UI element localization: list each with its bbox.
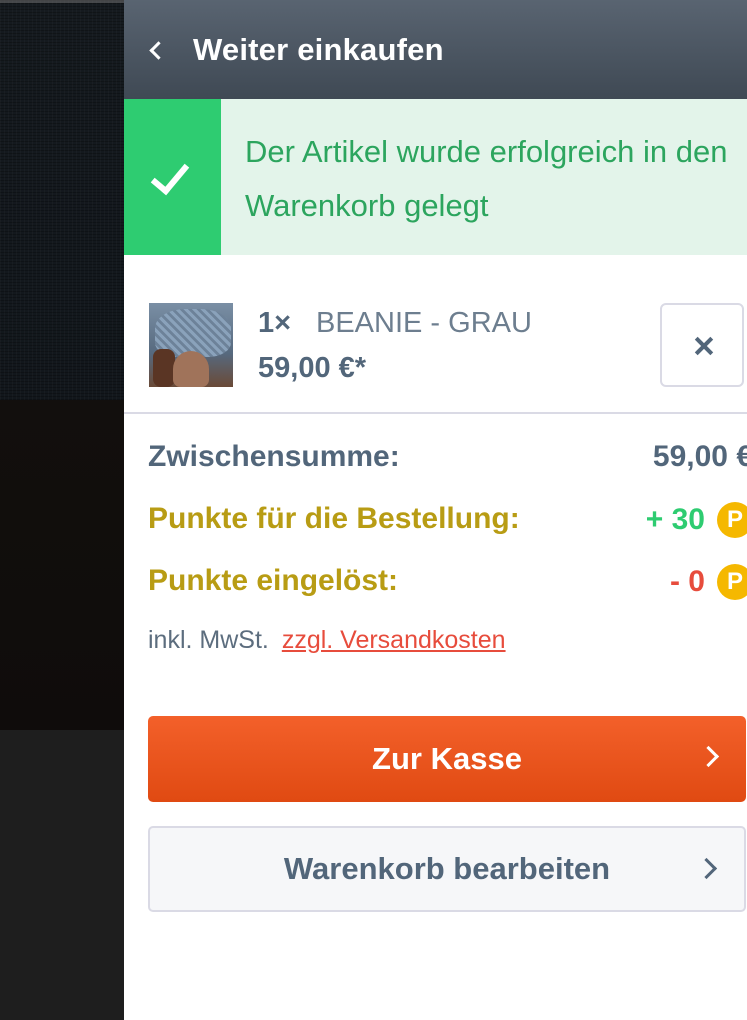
points-redeemed-row: Punkte eingelöst: - 0 P xyxy=(148,564,747,626)
points-earned-value-wrap: + 30 P xyxy=(646,502,747,538)
item-price: 59,00 €* xyxy=(258,352,367,384)
checkout-button[interactable]: Zur Kasse xyxy=(148,716,746,802)
thumbnail-face xyxy=(173,351,209,387)
continue-shopping-button[interactable]: Weiter einkaufen xyxy=(124,0,747,99)
shipping-costs-link[interactable]: zzgl. Versandkosten xyxy=(282,626,506,654)
remove-item-button[interactable] xyxy=(660,303,744,387)
points-redeemed-label: Punkte eingelöst: xyxy=(148,564,399,597)
product-thumbnail[interactable] xyxy=(149,303,233,387)
cart-summary: Zwischensumme: 59,00 € Punkte für die Be… xyxy=(148,440,747,654)
item-name[interactable]: BEANIE - GRAU xyxy=(316,307,532,340)
checkmark-icon xyxy=(124,99,221,255)
continue-shopping-label: Weiter einkaufen xyxy=(193,31,444,67)
edit-cart-button[interactable]: Warenkorb bearbeiten xyxy=(148,826,746,912)
item-quantity: 1× xyxy=(258,307,292,339)
chevron-right-icon xyxy=(695,857,718,880)
checkout-button-label: Zur Kasse xyxy=(372,741,522,776)
cart-line-item: 1× BEANIE - GRAU 59,00 €* xyxy=(124,255,747,414)
edit-cart-button-label: Warenkorb bearbeiten xyxy=(283,851,611,886)
thumbnail-hair xyxy=(153,349,175,387)
chevron-left-icon xyxy=(146,39,168,61)
offcanvas-cart-panel: Weiter einkaufen Der Artikel wurde erfol… xyxy=(124,0,747,1020)
success-message: Der Artikel wurde erfolgreich in den War… xyxy=(245,134,728,223)
chevron-right-icon xyxy=(697,745,720,768)
points-earned-label: Punkte für die Bestellung: xyxy=(148,502,520,535)
points-redeemed-value-wrap: - 0 P xyxy=(670,564,747,600)
points-earned-value: + 30 xyxy=(645,503,705,536)
success-alert: Der Artikel wurde erfolgreich in den War… xyxy=(124,99,747,255)
tax-note: inkl. MwSt. zzgl. Versandkosten xyxy=(148,626,506,655)
points-coin-icon: P xyxy=(717,564,747,600)
tax-note-text: inkl. MwSt. xyxy=(148,626,269,654)
subtotal-row: Zwischensumme: 59,00 € xyxy=(148,440,747,502)
points-earned-row: Punkte für die Bestellung: + 30 P xyxy=(148,502,747,564)
points-coin-icon: P xyxy=(717,502,747,538)
subtotal-label: Zwischensumme: xyxy=(148,440,400,473)
points-redeemed-value: - 0 xyxy=(669,565,705,598)
subtotal-value: 59,00 € xyxy=(652,440,747,473)
